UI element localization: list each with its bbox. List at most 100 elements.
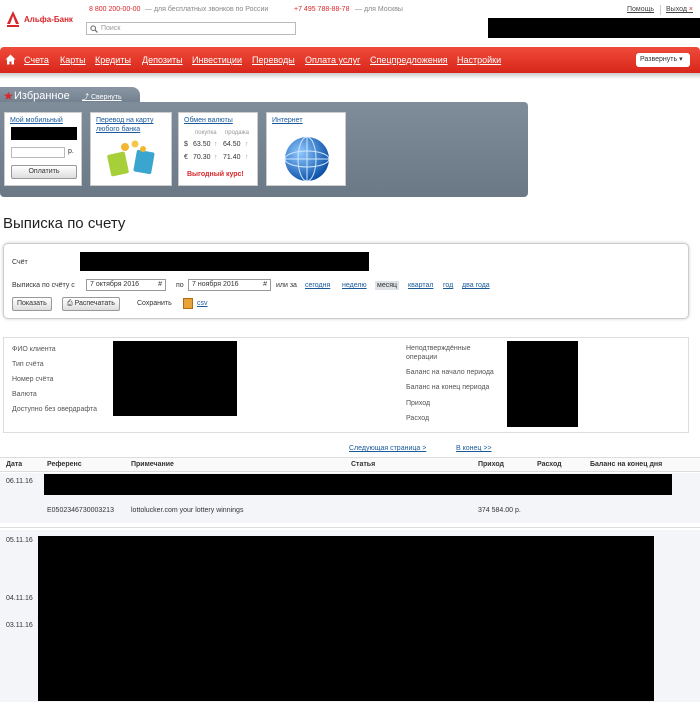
arrow-up-icon: ↑ (245, 154, 249, 161)
period-week[interactable]: неделю (342, 282, 367, 289)
card-internet-title[interactable]: Интернет (272, 116, 303, 125)
bank-logo-icon[interactable] (6, 11, 20, 27)
card-transfer-icon (107, 140, 155, 177)
home-icon[interactable] (5, 54, 16, 65)
row-date: 03.11.16 (6, 622, 33, 629)
printer-icon: ⎙ (67, 300, 73, 307)
csv-link[interactable]: csv (197, 300, 208, 307)
column-day-balance[interactable]: Баланс на конец дня (590, 461, 662, 468)
globe-icon (284, 136, 330, 182)
exit-label: Выход (666, 6, 687, 13)
favorite-card-transfer[interactable]: Перевод на карту любого банка (90, 112, 172, 186)
nav-item-investments[interactable]: Инвестиции (192, 55, 242, 65)
redacted-user-block (488, 18, 700, 38)
page-title: Выписка по счету (3, 215, 126, 232)
nav-item-cards[interactable]: Карты (60, 55, 86, 65)
header-divider (660, 5, 661, 15)
row-date: 05.11.16 (6, 537, 33, 544)
column-date[interactable]: Дата (6, 461, 22, 468)
fx-buy-label: покупка (195, 130, 217, 136)
fx-eur-sell: 71.40 (223, 154, 241, 161)
collapse-label: Свернуть (90, 94, 122, 101)
help-link[interactable]: Помощь (627, 6, 654, 13)
nav-item-accounts[interactable]: Счета (24, 55, 49, 65)
account-info-panel (3, 337, 689, 433)
bank-name[interactable]: Альфа-Банк (24, 15, 73, 24)
favorite-card-internet[interactable]: Интернет (266, 112, 346, 186)
row-reference: E0502346730003213 (47, 507, 114, 514)
income-label: Приход (406, 400, 431, 407)
calendar-icon[interactable]: # (263, 281, 267, 288)
redacted-account (80, 252, 369, 271)
column-income[interactable]: Приход (478, 461, 504, 468)
period-year[interactable]: год (443, 282, 453, 289)
nav-item-settings[interactable]: Настройки (457, 55, 501, 65)
column-reference[interactable]: Референс (47, 461, 82, 468)
calendar-icon[interactable]: # (158, 281, 162, 288)
to-end-link[interactable]: В конец >> (456, 445, 492, 452)
period-month[interactable]: месяц (375, 281, 400, 290)
amount-currency: р. (68, 148, 74, 155)
phone-free-note: — для бесплатных звонков по России (145, 6, 269, 13)
chevron-down-icon: ▾ (679, 56, 683, 63)
date-from-input[interactable]: 7 октября 2016 # (86, 279, 166, 291)
nav-shadow (0, 73, 700, 79)
fx-promo: Выгодный курс! (187, 171, 244, 178)
nav-item-deposits[interactable]: Депозиты (142, 55, 183, 65)
period-today[interactable]: сегодня (305, 282, 330, 289)
account-type-label: Тип счёта (12, 361, 44, 368)
nav-item-offers[interactable]: Спецпредложения (370, 55, 448, 65)
search-input[interactable]: Поиск (86, 22, 296, 35)
card-transfer-title[interactable]: Перевод на карту любого банка (96, 116, 153, 134)
collapse-icon: ⤴ (82, 94, 89, 101)
card-fx-title[interactable]: Обмен валюты (184, 116, 233, 125)
transfer-title-line2: любого банка (96, 126, 141, 133)
expand-button[interactable]: Развернуть ▾ (636, 53, 690, 67)
period-two-years[interactable]: два года (462, 282, 490, 289)
print-button[interactable]: ⎙ Распечатать (62, 297, 120, 311)
save-label: Сохранить (137, 300, 172, 307)
column-category[interactable]: Статья (351, 461, 375, 468)
pay-button[interactable]: Оплатить (11, 165, 77, 179)
redacted-balances (507, 341, 578, 427)
nav-item-credits[interactable]: Кредиты (95, 55, 131, 65)
account-number-label: Номер счёта (12, 376, 54, 383)
fx-eur-symbol: € (184, 154, 188, 161)
phone-moscow-note: — для Москвы (355, 6, 403, 13)
column-expense[interactable]: Расход (537, 461, 562, 468)
redacted-row (44, 474, 672, 495)
show-button[interactable]: Показать (12, 297, 52, 311)
arrow-up-icon: ↑ (214, 154, 218, 161)
to-label: по (176, 282, 184, 289)
nav-item-payments[interactable]: Оплата услуг (305, 55, 360, 65)
transfer-title-line1: Перевод на карту (96, 117, 154, 124)
card-mobile-title[interactable]: Мой мобильный (10, 116, 63, 125)
available-label: Доступно без овердрафта (12, 406, 97, 413)
favorites-title: Избранное (14, 90, 70, 102)
date-to-input[interactable]: 7 ноября 2016 # (188, 279, 271, 291)
closing-balance-label: Баланс на конец периода (406, 384, 490, 391)
favorites-collapse-link[interactable]: ⤴ Свернуть (82, 92, 122, 102)
nav-item-transfers[interactable]: Переводы (252, 55, 295, 65)
amount-input[interactable] (11, 147, 65, 158)
fx-usd-buy: 63.50 (193, 141, 211, 148)
row-note: lottolucker.com your lottery winnings (131, 507, 244, 514)
expense-label: Расход (406, 415, 430, 422)
favorite-card-mobile[interactable]: Мой мобильный р. Оплатить (4, 112, 82, 186)
next-page-link[interactable]: Следующая страница > (349, 445, 426, 452)
pending-label-2: операции (406, 354, 438, 361)
arrow-up-icon: ↑ (245, 141, 249, 148)
period-label: Выписка по счёту с (12, 282, 75, 289)
redacted-rows (38, 536, 654, 701)
or-label: или за (276, 282, 297, 289)
fx-usd-sell: 64.50 (223, 141, 241, 148)
search-icon (90, 25, 98, 33)
client-name-label: ФИО клиента (12, 346, 56, 353)
column-note[interactable]: Примечание (131, 461, 174, 468)
exit-icon: × (688, 6, 693, 13)
csv-file-icon[interactable] (183, 298, 193, 309)
row-income: 374 584.00 р. (478, 507, 521, 514)
period-quarter[interactable]: квартал (408, 282, 433, 289)
favorite-card-fx[interactable]: Обмен валюты покупка продажа $ 63.50 ↑ 6… (178, 112, 258, 186)
exit-link[interactable]: Выход × (666, 6, 693, 13)
